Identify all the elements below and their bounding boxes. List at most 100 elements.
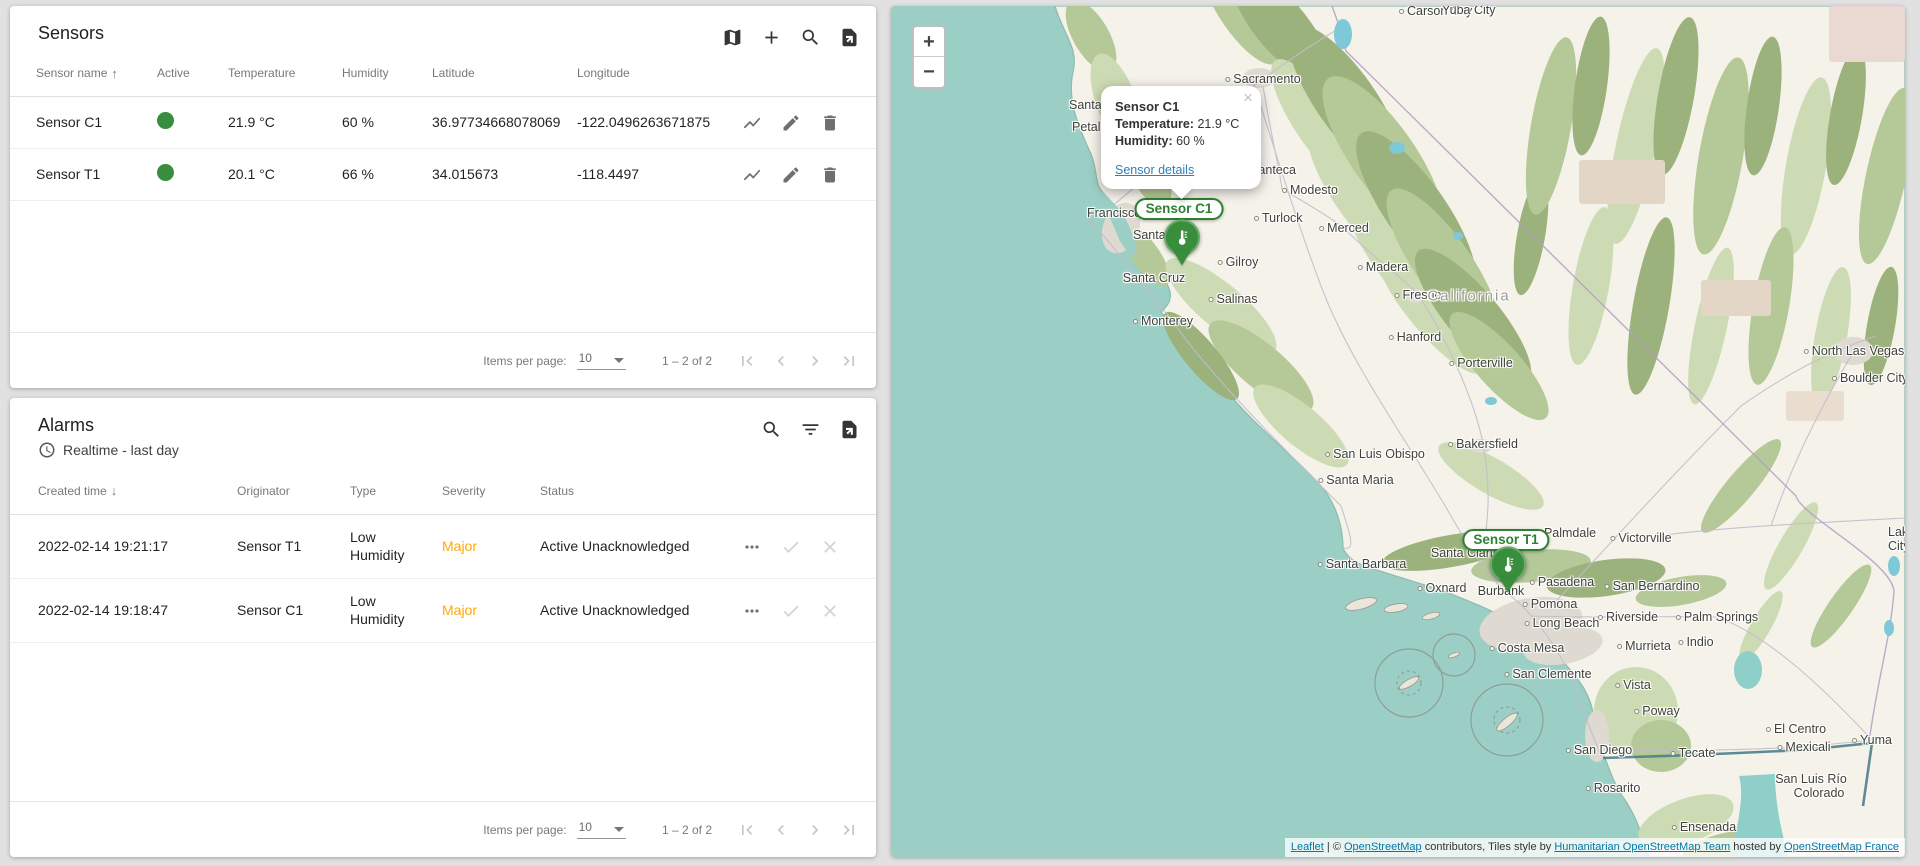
attribution-text: | © [1324, 841, 1344, 853]
sensor-row[interactable]: Sensor T120.1 °C66 %34.015673-118.4497 [10, 149, 876, 201]
ack-check-icon[interactable] [778, 534, 804, 560]
previous-page-icon[interactable] [768, 348, 794, 374]
clock-icon [38, 441, 56, 459]
column-label: Longitude [577, 66, 630, 80]
place-name: Riverside [1606, 610, 1658, 624]
alarm-row[interactable]: 2022-02-14 19:18:47Sensor C1Low Humidity… [10, 579, 876, 643]
place-dot-icon [1389, 335, 1394, 340]
place-name: Oxnard [1426, 581, 1467, 595]
originator-cell: Sensor T1 [237, 538, 350, 556]
map-place-label: Victorville [1610, 531, 1671, 545]
popup-close-icon[interactable]: × [1243, 89, 1253, 106]
attribution-link[interactable]: Leaflet [1291, 841, 1324, 853]
column-header[interactable]: Active [157, 66, 228, 80]
map-place-label: Merced [1319, 221, 1369, 235]
sensor-row[interactable]: Sensor C121.9 °C60 %36.97734668078069-12… [10, 97, 876, 149]
sensor-marker-pin[interactable] [1490, 546, 1526, 592]
place-dot-icon [1449, 361, 1454, 366]
column-header[interactable]: Longitude [577, 66, 736, 80]
attribution-link[interactable]: OpenStreetMap France [1784, 841, 1899, 853]
column-header[interactable]: Type [350, 484, 442, 498]
page-size-select[interactable]: 10 [577, 351, 626, 370]
first-page-icon[interactable] [734, 348, 760, 374]
map-place-label: Porterville [1449, 356, 1513, 370]
marker-label-tag[interactable]: Sensor C1 [1135, 198, 1224, 220]
chevron-down-icon [614, 358, 624, 363]
sensors-title: Sensors [38, 20, 104, 46]
search-icon[interactable] [758, 416, 784, 442]
map-widget[interactable]: Carson CityYuba CitySacramentoSanta Rosa… [891, 6, 1905, 857]
column-label: Temperature [228, 66, 295, 80]
sort-arrow-icon: ↓ [111, 483, 118, 498]
column-header[interactable]: Temperature [228, 66, 342, 80]
next-page-icon[interactable] [802, 348, 828, 374]
last-page-icon[interactable] [836, 348, 862, 374]
place-name: Sacramento [1233, 72, 1300, 86]
attribution-text: hosted by [1730, 841, 1784, 853]
sensors-widget: Sensors Sensor name↑ActiveTemperature Hum… [10, 6, 876, 388]
delete-icon[interactable] [817, 162, 843, 188]
map-icon[interactable] [719, 24, 745, 50]
place-dot-icon [1418, 586, 1423, 591]
items-per-page-label: Items per page: [483, 823, 566, 837]
humidity-cell: 66 % [342, 166, 432, 184]
chart-icon[interactable] [739, 162, 765, 188]
column-header[interactable]: Latitude [432, 66, 577, 80]
last-page-icon[interactable] [836, 817, 862, 843]
edit-icon[interactable] [778, 162, 804, 188]
more-icon[interactable] [739, 598, 765, 624]
attribution-link[interactable]: Humanitarian OpenStreetMap Team [1554, 841, 1730, 853]
attribution-link[interactable]: OpenStreetMap [1344, 841, 1422, 853]
sensors-table-header: Sensor name↑ActiveTemperature HumidityLat… [10, 50, 876, 97]
more-icon[interactable] [739, 534, 765, 560]
column-label: Created time [38, 484, 107, 498]
add-icon[interactable] [758, 24, 784, 50]
status-cell: Active Unacknowledged [540, 602, 736, 620]
next-page-icon[interactable] [802, 817, 828, 843]
zoom-out-button[interactable]: − [914, 57, 944, 87]
export-icon[interactable] [836, 24, 862, 50]
place-name: Poway [1642, 704, 1680, 718]
clear-close-icon[interactable] [817, 534, 843, 560]
row-actions [736, 598, 876, 624]
chart-icon[interactable] [739, 110, 765, 136]
sensor-details-link[interactable]: Sensor details [1115, 163, 1194, 177]
pin-tail [1499, 577, 1517, 592]
zoom-in-button[interactable]: + [914, 27, 944, 57]
place-dot-icon [1832, 376, 1837, 381]
latitude-cell: 34.015673 [432, 166, 577, 184]
sensor-marker-pin[interactable] [1164, 219, 1200, 265]
place-dot-icon [1318, 562, 1323, 567]
place-name: Hanford [1397, 330, 1441, 344]
edit-icon[interactable] [778, 110, 804, 136]
column-header[interactable]: Severity [442, 484, 540, 498]
export-icon[interactable] [836, 416, 862, 442]
alarms-timewindow-label[interactable]: Realtime - last day [63, 442, 179, 458]
column-header[interactable]: Status [540, 484, 736, 498]
originator-cell: Sensor C1 [237, 602, 350, 620]
temperature-value: 21.9 °C [1197, 117, 1239, 131]
map-place-label: Poway [1634, 704, 1680, 718]
search-icon[interactable] [797, 24, 823, 50]
delete-icon[interactable] [817, 110, 843, 136]
page-size-select[interactable]: 10 [577, 820, 626, 839]
previous-page-icon[interactable] [768, 817, 794, 843]
column-header[interactable]: Originator [237, 484, 350, 498]
column-header[interactable]: Sensor name↑ [36, 66, 157, 81]
place-name: California [1427, 288, 1510, 305]
column-header[interactable]: Created time ↓ [38, 483, 237, 498]
filter-icon[interactable] [797, 416, 823, 442]
map-place-label: Yuba City [1442, 6, 1496, 17]
active-indicator [157, 164, 174, 181]
alarms-table-header: Created time ↓ OriginatorTypeSeverityStatu… [10, 467, 876, 515]
page-range-label: 1 – 2 of 2 [662, 354, 712, 368]
sensors-paginator: Items per page: 10 1 – 2 of 2 [10, 332, 876, 388]
ack-check-icon[interactable] [778, 598, 804, 624]
place-dot-icon [1530, 580, 1535, 585]
alarm-row[interactable]: 2022-02-14 19:21:17Sensor T1Low Humidity… [10, 515, 876, 579]
column-header[interactable]: Humidity [342, 66, 432, 80]
map-popup: × Sensor C1 Temperature: 21.9 °C Humidit… [1101, 86, 1261, 196]
map-place-label: Bakersfield [1448, 437, 1518, 451]
clear-close-icon[interactable] [817, 598, 843, 624]
first-page-icon[interactable] [734, 817, 760, 843]
